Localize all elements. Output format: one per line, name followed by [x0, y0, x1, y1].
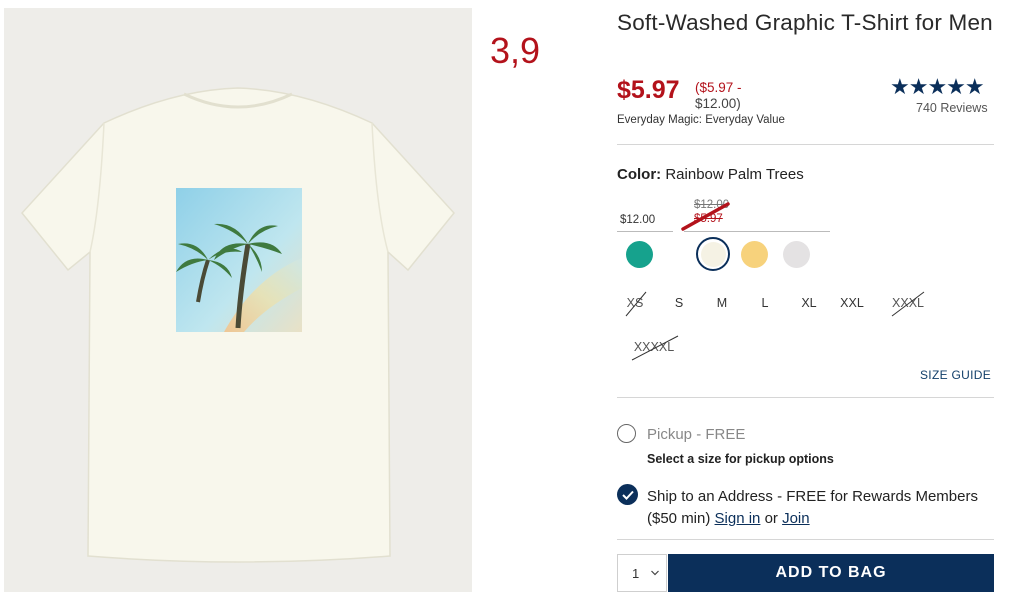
price-range: ($5.97 - $12.00): [695, 80, 775, 112]
swatch-group-price: $12.00: [620, 214, 656, 226]
chevron-down-icon: [651, 570, 660, 576]
color-selection-label: Color: Rainbow Palm Trees: [617, 166, 804, 183]
color-swatch-cream-selected[interactable]: [696, 237, 730, 271]
size-l[interactable]: L: [745, 296, 785, 310]
ship-radio-checked[interactable]: [617, 484, 638, 505]
divider: [617, 144, 994, 145]
ship-label-text: Ship to an Address - FREE for Rewards Me…: [647, 488, 978, 527]
unavailable-strike: [625, 291, 647, 317]
strikethrough-mark: [681, 202, 730, 231]
unavailable-strike: [891, 291, 925, 317]
color-swatch-teal[interactable]: [626, 241, 653, 268]
quantity-select[interactable]: 1: [617, 554, 667, 592]
price-range-low: ($5.97 -: [695, 80, 742, 95]
pickup-radio[interactable]: [617, 424, 636, 443]
checkmark-icon: [621, 490, 634, 500]
star-rating[interactable]: ★★★★★: [890, 74, 985, 100]
unavailable-strike: [631, 335, 679, 361]
size-m[interactable]: M: [702, 296, 742, 310]
product-title: Soft-Washed Graphic T-Shirt for Men: [617, 10, 993, 35]
swatch-group-divider: [617, 231, 673, 232]
color-swatch-yellow[interactable]: [741, 241, 768, 268]
add-to-bag-button[interactable]: ADD TO BAG: [668, 554, 994, 592]
divider: [617, 539, 994, 540]
product-image[interactable]: [4, 8, 472, 592]
color-label: Color:: [617, 166, 662, 183]
size-xxl[interactable]: XXL: [832, 296, 872, 310]
selected-color-name: Rainbow Palm Trees: [665, 166, 804, 183]
pickup-note: Select a size for pickup options: [647, 452, 834, 466]
size-s[interactable]: S: [659, 296, 699, 310]
price-range-high: $12.00): [695, 96, 741, 111]
value-tagline: Everyday Magic: Everyday Value: [617, 114, 785, 126]
pickup-label: Pickup - FREE: [647, 426, 746, 443]
tshirt-illustration: [4, 8, 472, 592]
color-swatch-light-gray[interactable]: [783, 241, 810, 268]
ship-label: Ship to an Address - FREE for Rewards Me…: [647, 486, 987, 530]
reviews-link[interactable]: 740 Reviews: [916, 101, 988, 115]
sign-in-link[interactable]: Sign in: [715, 510, 761, 527]
quantity-value: 1: [632, 565, 640, 581]
join-link[interactable]: Join: [782, 510, 810, 527]
divider: [617, 397, 994, 398]
color-swatch-fill: [700, 241, 726, 267]
size-guide-link[interactable]: SIZE GUIDE: [920, 368, 991, 382]
or-text: or: [760, 510, 783, 527]
size-xl[interactable]: XL: [789, 296, 829, 310]
current-price: $5.97: [617, 76, 680, 104]
overlay-number: 3,9: [490, 30, 541, 71]
